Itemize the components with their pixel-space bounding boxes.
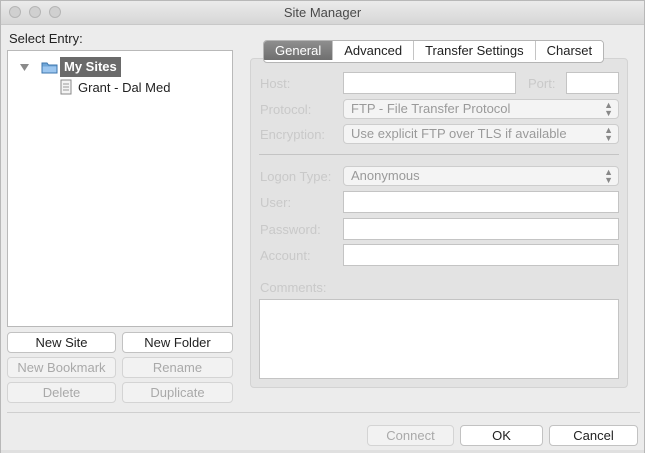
title-bar: Site Manager <box>1 1 644 25</box>
protocol-select-value: FTP - File Transfer Protocol <box>351 101 511 116</box>
tab-bar: General Advanced Transfer Settings Chars… <box>263 40 605 63</box>
disclosure-triangle-icon <box>20 64 29 71</box>
updown-arrows-icon: ▲ ▼ <box>604 100 613 118</box>
account-field[interactable] <box>343 244 619 266</box>
encryption-select-value: Use explicit FTP over TLS if available <box>351 126 567 141</box>
user-label: User: <box>260 195 292 210</box>
delete-button[interactable]: Delete <box>7 382 116 403</box>
protocol-label: Protocol: <box>260 102 312 117</box>
comments-label: Comments: <box>260 280 327 295</box>
password-field[interactable] <box>343 218 619 240</box>
tab-charset[interactable]: Charset <box>535 41 604 60</box>
new-folder-button[interactable]: New Folder <box>122 332 233 353</box>
new-site-button[interactable]: New Site <box>7 332 116 353</box>
user-field[interactable] <box>343 191 619 213</box>
encryption-select[interactable]: Use explicit FTP over TLS if available ▲… <box>343 124 619 144</box>
tree-item-label-my-sites: My Sites <box>60 57 121 77</box>
site-manager-window: Site Manager Select Entry: My Sites Gran… <box>0 0 645 453</box>
connect-button[interactable]: Connect <box>367 425 454 446</box>
cancel-button[interactable]: Cancel <box>549 425 638 446</box>
footer-divider <box>7 412 640 413</box>
logon-type-label: Logon Type: <box>260 169 332 184</box>
site-tree[interactable]: My Sites Grant - Dal Med <box>7 50 233 327</box>
select-entry-label: Select Entry: <box>9 31 83 46</box>
protocol-select[interactable]: FTP - File Transfer Protocol ▲ ▼ <box>343 99 619 119</box>
tree-item-label-site: Grant - Dal Med <box>78 79 171 95</box>
rename-button[interactable]: Rename <box>122 357 233 378</box>
folder-icon <box>41 62 58 74</box>
port-field[interactable] <box>566 72 619 94</box>
tab-advanced[interactable]: Advanced <box>333 41 415 60</box>
tab-general[interactable]: General <box>264 41 334 60</box>
duplicate-button[interactable]: Duplicate <box>122 382 233 403</box>
logon-type-select[interactable]: Anonymous ▲ ▼ <box>343 166 619 186</box>
tree-item-my-sites[interactable]: My Sites <box>41 57 121 77</box>
port-label: Port: <box>528 76 556 91</box>
section-divider <box>259 154 619 155</box>
tree-item-site[interactable]: Grant - Dal Med <box>59 77 170 97</box>
host-field[interactable] <box>343 72 516 94</box>
logon-type-select-value: Anonymous <box>351 168 420 183</box>
site-icon <box>60 79 72 95</box>
comments-textarea[interactable] <box>259 299 619 379</box>
new-bookmark-button[interactable]: New Bookmark <box>7 357 116 378</box>
password-label: Password: <box>260 222 321 237</box>
account-label: Account: <box>260 248 311 263</box>
ok-button[interactable]: OK <box>460 425 543 446</box>
updown-arrows-icon: ▲ ▼ <box>604 125 613 143</box>
tree-expand-toggle[interactable] <box>19 57 30 77</box>
host-label: Host: <box>260 76 291 91</box>
tab-transfer-settings[interactable]: Transfer Settings <box>414 41 536 60</box>
window-title: Site Manager <box>283 5 362 20</box>
encryption-label: Encryption: <box>260 127 326 142</box>
updown-arrows-icon: ▲ ▼ <box>604 167 613 185</box>
